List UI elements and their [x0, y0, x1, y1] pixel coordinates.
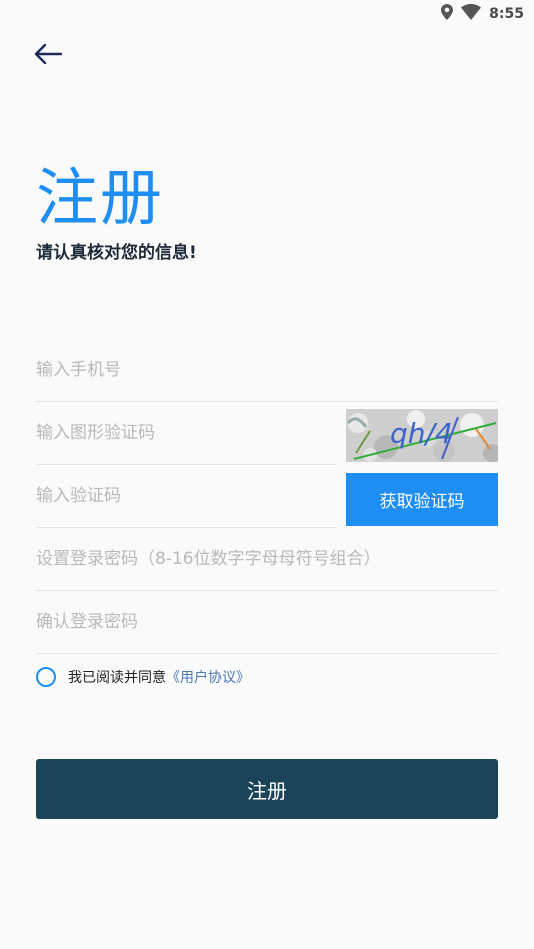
captcha-field — [36, 401, 336, 465]
sms-code-field — [36, 464, 336, 528]
phone-field — [36, 338, 498, 402]
register-button[interactable]: 注册 — [36, 759, 498, 819]
get-code-button[interactable]: 获取验证码 — [346, 473, 498, 526]
agreement-row: 我已阅读并同意《用户协议》 — [36, 667, 250, 687]
status-icons: 8:55 — [441, 4, 524, 24]
captcha-image[interactable]: qh/4 — [346, 409, 498, 462]
arrow-left-icon — [34, 43, 63, 68]
page-title: 注册 — [36, 161, 165, 234]
captcha-input[interactable] — [36, 422, 336, 443]
sms-code-input[interactable] — [36, 485, 336, 506]
wifi-icon — [461, 4, 482, 24]
agreement-text: 我已阅读并同意 — [68, 670, 166, 686]
back-button[interactable] — [30, 40, 66, 72]
password-input[interactable] — [36, 548, 498, 569]
confirm-password-input[interactable] — [36, 611, 498, 632]
user-agreement-link[interactable]: 《用户协议》 — [166, 670, 250, 686]
agreement-checkbox[interactable] — [36, 667, 56, 687]
captcha-glyphs: qh/4 — [390, 417, 453, 450]
location-icon — [441, 4, 454, 24]
status-bar: 8:55 — [0, 0, 534, 28]
password-field — [36, 527, 498, 591]
phone-input[interactable] — [36, 359, 498, 380]
page-subtitle: 请认真核对您的信息! — [36, 243, 197, 263]
confirm-password-field — [36, 590, 498, 654]
status-time: 8:55 — [489, 6, 524, 22]
